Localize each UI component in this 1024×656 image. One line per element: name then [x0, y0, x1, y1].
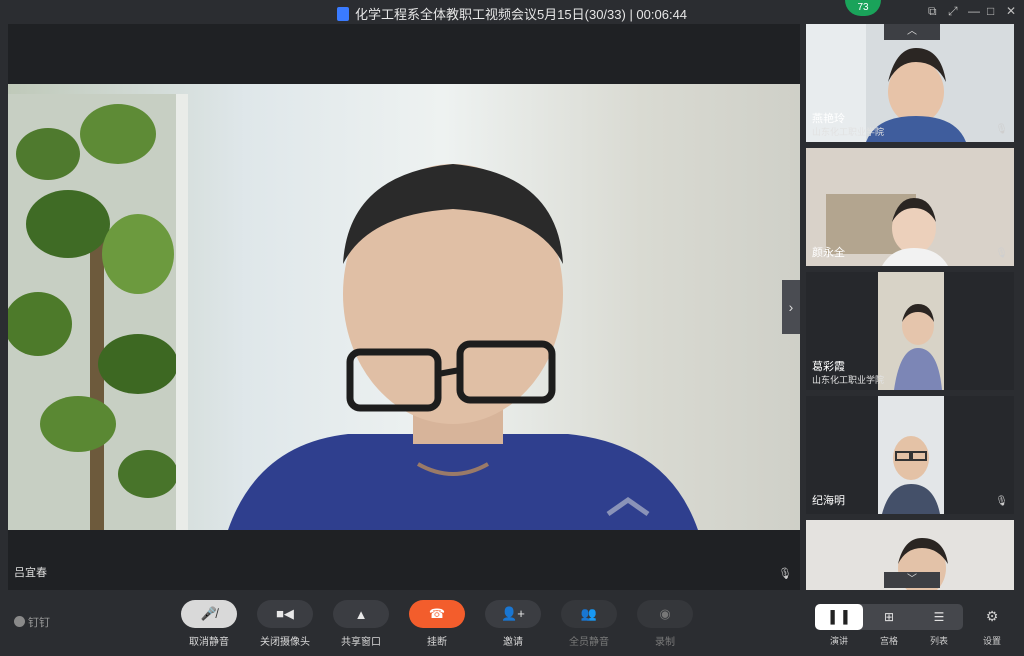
main-video-area[interactable]: › 吕宜春 🎙: [8, 24, 800, 590]
minimize-icon[interactable]: —: [968, 4, 980, 18]
participant-tile[interactable]: 颜永全 🎙: [806, 148, 1014, 266]
settings-label: 设置: [982, 636, 1001, 646]
dingtalk-icon: [14, 616, 25, 627]
popout-icon[interactable]: ⧉: [928, 4, 937, 19]
settings-button[interactable]: ⚙: [980, 608, 1004, 625]
participant-tile[interactable]: 葛彩霞 山东化工职业学院: [806, 272, 1014, 390]
scroll-down-button[interactable]: ﹀: [884, 572, 940, 588]
participant-name: 纪海明: [812, 495, 845, 507]
mute-all-button[interactable]: 👥 全员静音: [561, 600, 617, 648]
share-window-label: 共享窗口: [341, 637, 381, 648]
record-label: 录制: [655, 637, 675, 648]
mute-all-icon: 👥: [561, 600, 617, 628]
plant-image: [8, 94, 188, 530]
window-title: 化学工程系全体教职工视频会议5月15日(30/33) | 00:06:44: [0, 4, 1024, 23]
close-icon[interactable]: ✕: [1006, 4, 1016, 18]
share-window-button[interactable]: ▲ 共享窗口: [333, 600, 389, 648]
hang-up-button[interactable]: ☎ 挂断: [409, 600, 465, 648]
invite-button[interactable]: 👤+ 邀请: [485, 600, 541, 648]
mic-icon: 🎙: [995, 248, 1008, 259]
mic-icon: 🎙: [778, 568, 792, 580]
scroll-up-button[interactable]: ︿: [884, 24, 940, 40]
list-layout-button[interactable]: ☰: [915, 604, 963, 630]
speaker-name: 吕宜春: [14, 567, 47, 579]
mic-off-icon: 🎤̸: [181, 600, 237, 628]
camera-icon: ■◀: [257, 600, 313, 628]
gear-icon: ⚙: [985, 608, 999, 624]
chevron-right-icon: ›: [788, 299, 794, 315]
layout-switcher: ▌▐ ⊞ ☰: [815, 604, 963, 630]
title-bar: 73 化学工程系全体教职工视频会议5月15日(30/33) | 00:06:44…: [0, 0, 1024, 24]
invite-label: 邀请: [503, 637, 523, 648]
list-layout-label: 列表: [929, 636, 948, 646]
share-icon: ▲: [333, 600, 389, 628]
record-button[interactable]: ◉ 录制: [637, 600, 693, 648]
maximize-icon[interactable]: □: [987, 4, 994, 18]
invite-icon: 👤+: [485, 600, 541, 628]
speaker-layout-button[interactable]: ▌▐: [815, 604, 863, 630]
speaker-layout-icon: ▌▐: [830, 610, 848, 624]
record-icon: ◉: [637, 600, 693, 628]
participant-tile[interactable]: ﹀: [806, 520, 1014, 590]
participant-tile[interactable]: ︿ 燕艳玲 山东化工职业学院 🎙: [806, 24, 1014, 142]
hang-up-label: 挂断: [427, 637, 447, 648]
fullscreen-icon[interactable]: ⤢: [948, 4, 958, 19]
mute-all-label: 全员静音: [569, 637, 609, 648]
camera-off-button[interactable]: ■◀ 关闭摄像头: [257, 600, 313, 648]
participant-name: 燕艳玲: [812, 113, 845, 125]
unmute-label: 取消静音: [189, 637, 229, 648]
participant-org: 山东化工职业学院: [812, 375, 885, 385]
secure-lock-icon: [336, 7, 349, 21]
mic-icon: 🎙: [995, 124, 1008, 135]
grid-layout-icon: ⊞: [883, 610, 895, 624]
participant-name: 葛彩霞: [812, 361, 845, 373]
dingtalk-logo: 钉钉: [14, 614, 50, 630]
grid-layout-label: 宫格: [879, 636, 898, 646]
hangup-icon: ☎: [409, 600, 465, 628]
participant-video: [878, 396, 944, 514]
speaker-layout-label: 演讲: [829, 636, 848, 646]
participant-video: [878, 272, 944, 390]
brand-label: 钉钉: [28, 617, 50, 629]
camera-off-label: 关闭摄像头: [260, 637, 310, 648]
next-page-button[interactable]: ›: [782, 280, 800, 334]
meeting-title: 化学工程系全体教职工视频会议5月15日(30/33) | 00:06:44: [354, 7, 688, 22]
meeting-toolbar: 钉钉 🎤̸ 取消静音 ■◀ 关闭摄像头 ▲ 共享窗口 ☎ 挂断 👤+ 邀请 👥 …: [0, 590, 1024, 656]
unmute-button[interactable]: 🎤̸ 取消静音: [181, 600, 237, 648]
grid-layout-button[interactable]: ⊞: [865, 604, 913, 630]
list-layout-icon: ☰: [933, 610, 945, 624]
participant-tile[interactable]: 纪海明 🎙: [806, 396, 1014, 514]
participant-name: 颜永全: [812, 247, 845, 259]
participant-org: 山东化工职业学院: [812, 127, 885, 137]
speaker-person-image: [228, 164, 698, 530]
mic-icon: 🎙: [995, 496, 1008, 507]
speaker-video: [8, 84, 800, 530]
